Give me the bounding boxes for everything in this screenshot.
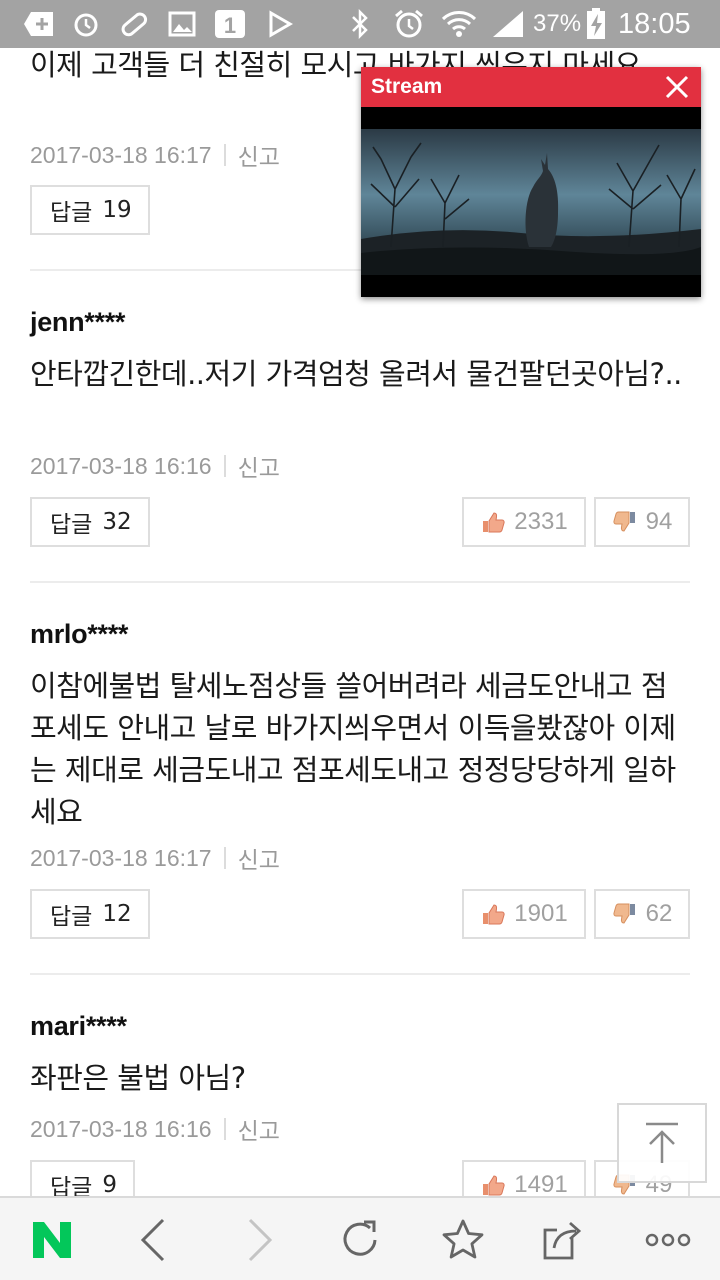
alarm-icon — [392, 9, 426, 39]
reply-count: 12 — [102, 901, 132, 927]
image-icon — [168, 9, 196, 39]
reply-button[interactable]: 답글 9 — [30, 1160, 135, 1196]
meta-separator — [223, 144, 226, 166]
pill-icon — [118, 9, 150, 39]
naver-logo-icon — [33, 1222, 71, 1258]
dislike-count: 62 — [645, 900, 673, 927]
comment-item: jenn**** 안타깝긴한데..저기 가격엄청 올려서 물건팔던곳아님?.. … — [30, 271, 690, 581]
stream-title: Stream — [371, 75, 443, 98]
share-button[interactable] — [525, 1198, 605, 1280]
app-notification-icon: 1 — [214, 9, 246, 39]
thumbs-down-icon — [613, 511, 635, 532]
like-button[interactable]: 2331 — [462, 497, 586, 547]
signal-icon — [490, 9, 526, 39]
comment-date: 2017-03-18 16:16 — [30, 1115, 212, 1142]
thumbs-up-icon — [483, 512, 505, 533]
like-count: 1491 — [514, 1171, 568, 1196]
like-count: 1901 — [514, 900, 568, 927]
stream-popup[interactable]: Stream — [361, 67, 701, 297]
comment-author[interactable]: mrlo**** — [30, 619, 128, 650]
comment-body: 이참에불법 탈세노점상들 쓸어버려라 세금도안내고 점포세도 안내고 날로 바가… — [30, 669, 676, 829]
play-store-icon — [266, 9, 294, 39]
comment-date: 2017-03-18 16:17 — [30, 141, 212, 168]
like-button[interactable]: 1901 — [462, 889, 586, 939]
dislike-count: 94 — [645, 508, 673, 535]
svg-text:1: 1 — [224, 13, 236, 38]
bookmark-button[interactable] — [423, 1198, 503, 1280]
bluetooth-icon — [348, 9, 372, 39]
battery-percent: 37% — [533, 10, 582, 37]
comment-body: 좌판은 불법 아님? — [30, 1061, 246, 1095]
alarm-clock-icon — [72, 9, 100, 39]
forward-arrow-icon — [248, 1218, 273, 1262]
reply-label: 답글 — [50, 904, 93, 930]
video-frame-image — [361, 129, 701, 275]
report-link[interactable]: 신고 — [238, 138, 280, 172]
like-button[interactable]: 1491 — [462, 1160, 586, 1196]
reply-button[interactable]: 답글 19 — [30, 185, 150, 235]
comment-item: mrlo**** 이참에불법 탈세노점상들 쓸어버려라 세금도안내고 점포세도 … — [30, 583, 690, 973]
reply-label: 답글 — [50, 512, 93, 538]
back-button[interactable] — [113, 1198, 193, 1280]
report-link[interactable]: 신고 — [238, 1112, 280, 1146]
bookmark-star-icon — [442, 1219, 484, 1259]
more-icon — [645, 1233, 691, 1247]
dislike-button[interactable]: 62 — [594, 889, 690, 939]
refresh-button[interactable] — [320, 1198, 400, 1280]
reply-count: 9 — [102, 1172, 117, 1196]
thumbs-up-icon — [483, 1175, 505, 1196]
reply-label: 답글 — [50, 200, 93, 226]
status-bar: 1 37% 18:05 — [0, 0, 720, 48]
reply-button[interactable]: 답글 12 — [30, 889, 150, 939]
comment-author[interactable]: jenn**** — [30, 307, 125, 338]
close-icon[interactable] — [663, 73, 691, 101]
comment-meta: 2017-03-18 16:16 신고 — [30, 449, 280, 483]
reply-count: 32 — [102, 509, 132, 535]
meta-separator — [223, 847, 226, 869]
arrow-up-icon — [646, 1122, 678, 1163]
report-link[interactable]: 신고 — [238, 841, 280, 875]
video-player[interactable] — [361, 129, 701, 275]
more-button[interactable] — [628, 1198, 708, 1280]
comment-meta: 2017-03-18 16:17 신고 — [30, 841, 280, 875]
reply-count: 19 — [102, 197, 132, 223]
comment-author[interactable]: mari**** — [30, 1011, 127, 1042]
refresh-icon — [343, 1220, 377, 1256]
add-icon — [22, 9, 56, 39]
stream-header[interactable]: Stream — [361, 67, 701, 107]
wifi-icon — [440, 9, 478, 39]
like-count: 2331 — [514, 508, 568, 535]
comment-meta: 2017-03-18 16:17 신고 — [30, 138, 280, 172]
comment-item: mari**** 좌판은 불법 아님? 2017-03-18 16:16 신고 … — [30, 975, 690, 1196]
meta-separator — [223, 455, 226, 477]
clock: 18:05 — [618, 8, 691, 40]
dislike-button[interactable]: 94 — [594, 497, 690, 547]
reply-button[interactable]: 답글 32 — [30, 497, 150, 547]
naver-home-button[interactable] — [12, 1198, 92, 1280]
report-link[interactable]: 신고 — [238, 449, 280, 483]
thumbs-down-icon — [613, 903, 635, 924]
share-icon — [543, 1221, 582, 1260]
thumbs-up-icon — [483, 904, 505, 925]
battery-charging-icon — [584, 8, 608, 39]
meta-separator — [223, 1118, 226, 1140]
browser-toolbar — [0, 1196, 720, 1280]
comment-body: 안타깝긴한데..저기 가격엄청 올려서 물건팔던곳아님?.. — [30, 357, 682, 391]
reply-label: 답글 — [50, 1175, 93, 1196]
comment-date: 2017-03-18 16:16 — [30, 452, 212, 479]
comment-date: 2017-03-18 16:17 — [30, 844, 212, 871]
scroll-to-top-button[interactable] — [617, 1103, 707, 1183]
comment-meta: 2017-03-18 16:16 신고 — [30, 1112, 280, 1146]
forward-button[interactable] — [220, 1198, 300, 1280]
back-arrow-icon — [140, 1218, 165, 1262]
